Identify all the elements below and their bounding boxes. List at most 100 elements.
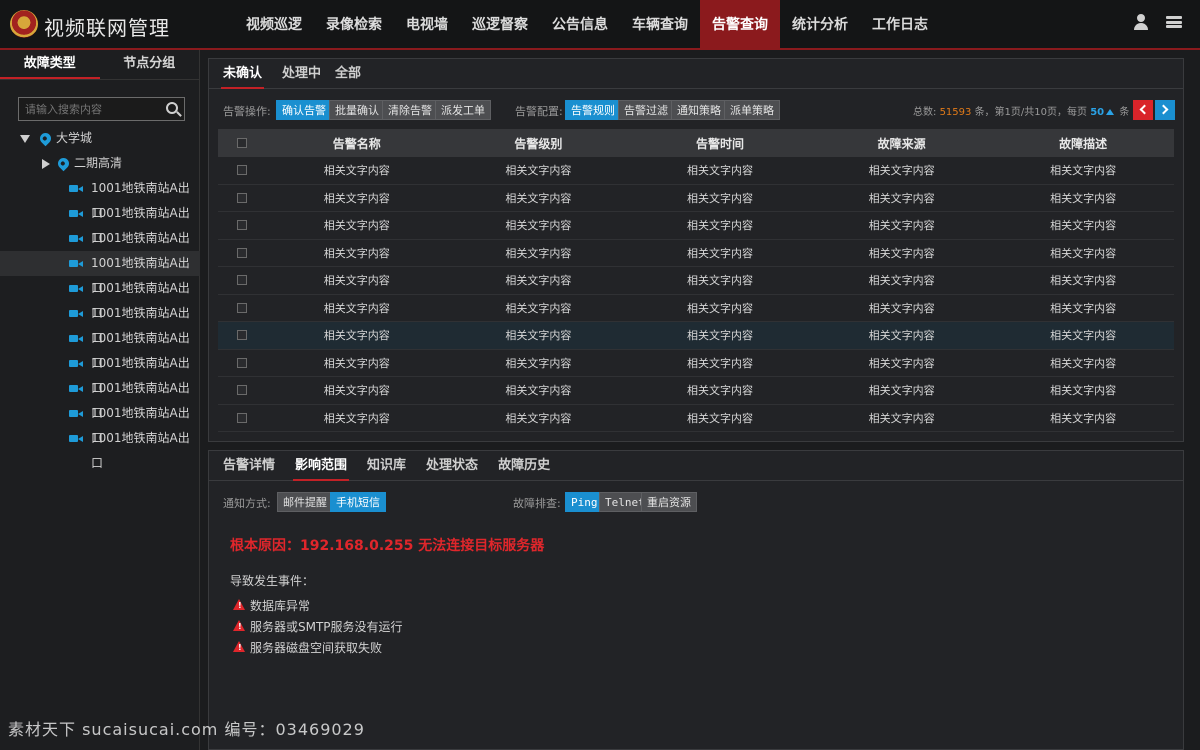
table-cell: 相关文字内容 bbox=[505, 411, 572, 425]
table-cell: 相关文字内容 bbox=[686, 301, 753, 315]
caret-right-icon[interactable] bbox=[42, 159, 50, 169]
tab-node-group[interactable]: 节点分组 bbox=[100, 50, 200, 79]
tree-leaf-camera[interactable]: 1001地铁南站A出口 bbox=[0, 326, 200, 370]
row-checkbox[interactable] bbox=[237, 220, 247, 231]
nav-item-tv-wall[interactable]: 电视墙 bbox=[394, 0, 460, 50]
table-row[interactable]: 相关文字内容 相关文字内容 相关文字内容 相关文字内容 相关文字内容 bbox=[218, 405, 1174, 432]
table-cell: 相关文字内容 bbox=[1050, 246, 1117, 260]
alarm-filter-button[interactable]: 告警过滤 bbox=[618, 100, 674, 120]
tree-leaf-camera[interactable]: 1001地铁南站A出口 bbox=[0, 351, 200, 395]
per-page-suffix: 条 bbox=[1119, 107, 1130, 118]
table-cell: 相关文字内容 bbox=[323, 274, 390, 288]
ping-button[interactable]: Ping bbox=[565, 492, 604, 512]
tree-leaf-camera[interactable]: 1001地铁南站A出口 bbox=[0, 301, 200, 345]
table-cell: 相关文字内容 bbox=[323, 384, 390, 398]
table-row[interactable]: 相关文字内容 相关文字内容 相关文字内容 相关文字内容 相关文字内容 bbox=[218, 350, 1174, 377]
tab-impact-scope[interactable]: 影响范围 bbox=[293, 451, 350, 481]
table-row[interactable]: 相关文字内容 相关文字内容 相关文字内容 相关文字内容 相关文字内容 bbox=[218, 212, 1174, 240]
confirm-alarm-button[interactable]: 确认告警 bbox=[276, 100, 332, 120]
tab-all[interactable]: 全部 bbox=[333, 59, 363, 89]
sms-notify-button[interactable]: 手机短信 bbox=[330, 492, 386, 512]
tab-alarm-detail[interactable]: 告警详情 bbox=[221, 451, 277, 481]
column-header[interactable]: 告警名称 bbox=[266, 135, 448, 152]
table-cell: 相关文字内容 bbox=[686, 219, 753, 233]
tab-unconfirmed[interactable]: 未确认 bbox=[221, 59, 265, 89]
tree-leaf-camera[interactable]: 1001地铁南站A出口 bbox=[0, 226, 200, 270]
nav-item-vehicle-query[interactable]: 车辆查询 bbox=[620, 0, 700, 50]
nav-item-work-log[interactable]: 工作日志 bbox=[860, 0, 940, 50]
clear-alarm-button[interactable]: 清除告警 bbox=[382, 100, 438, 120]
camera-icon bbox=[69, 310, 83, 317]
table-row[interactable]: 相关文字内容 相关文字内容 相关文字内容 相关文字内容 相关文字内容 bbox=[218, 322, 1174, 350]
table-row[interactable]: 相关文字内容 相关文字内容 相关文字内容 相关文字内容 相关文字内容 bbox=[218, 377, 1174, 405]
row-checkbox[interactable] bbox=[237, 192, 247, 203]
menu-icon[interactable] bbox=[1166, 14, 1182, 30]
tab-fault-history[interactable]: 故障历史 bbox=[496, 451, 552, 481]
caret-down-icon[interactable] bbox=[20, 135, 30, 143]
tree-leaf-camera[interactable]: 1001地铁南站A出口 bbox=[0, 401, 200, 445]
camera-icon bbox=[69, 185, 83, 192]
ops-label: 告警操作: bbox=[223, 105, 271, 118]
search-input[interactable] bbox=[19, 98, 159, 120]
tab-knowledge-base[interactable]: 知识库 bbox=[365, 451, 408, 481]
table-cell: 相关文字内容 bbox=[323, 246, 390, 260]
tree-leaf-camera[interactable]: 1001地铁南站A出口 bbox=[0, 426, 200, 470]
nav-item-recording-search[interactable]: 录像检索 bbox=[314, 0, 394, 50]
table-cell: 相关文字内容 bbox=[323, 301, 390, 315]
column-header[interactable]: 故障来源 bbox=[811, 135, 993, 152]
table-row[interactable]: 相关文字内容 相关文字内容 相关文字内容 相关文字内容 相关文字内容 bbox=[218, 295, 1174, 322]
table-cell: 相关文字内容 bbox=[868, 164, 935, 178]
notify-policy-button[interactable]: 通知策略 bbox=[671, 100, 727, 120]
tree-leaf-camera[interactable]: 1001地铁南站A出口 bbox=[0, 376, 200, 420]
alarm-rules-button[interactable]: 告警规则 bbox=[565, 100, 621, 120]
row-checkbox[interactable] bbox=[237, 302, 247, 313]
tab-fault-type[interactable]: 故障类型 bbox=[0, 50, 100, 79]
tree-node-group[interactable]: 二期高清 bbox=[0, 151, 200, 176]
dispatch-order-button[interactable]: 派发工单 bbox=[435, 100, 491, 120]
nav-item-alarm-query[interactable]: 告警查询 bbox=[700, 0, 780, 50]
table-row[interactable]: 相关文字内容 相关文字内容 相关文字内容 相关文字内容 相关文字内容 bbox=[218, 240, 1174, 267]
dispatch-policy-button[interactable]: 派单策略 bbox=[724, 100, 780, 120]
prev-page-button[interactable] bbox=[1133, 100, 1153, 120]
table-cell: 相关文字内容 bbox=[1050, 219, 1117, 233]
row-checkbox[interactable] bbox=[237, 385, 247, 396]
search-icon[interactable] bbox=[166, 102, 178, 114]
tab-processing[interactable]: 处理中 bbox=[280, 59, 323, 89]
table-cell: 相关文字内容 bbox=[686, 274, 753, 288]
table-row[interactable]: 相关文字内容 相关文字内容 相关文字内容 相关文字内容 相关文字内容 bbox=[218, 267, 1174, 295]
diag-label: 故障排查: bbox=[513, 497, 561, 510]
row-checkbox[interactable] bbox=[237, 275, 247, 286]
tree-node-root[interactable]: 大学城 bbox=[0, 126, 200, 151]
per-page-select[interactable]: 50 bbox=[1090, 107, 1104, 118]
nav-item-video-patrol[interactable]: 视频巡逻 bbox=[234, 0, 314, 50]
table-cell: 相关文字内容 bbox=[686, 191, 753, 205]
tab-process-status[interactable]: 处理状态 bbox=[424, 451, 480, 481]
watermark: 素材天下 sucaisucai.com 编号：03469029 bbox=[8, 720, 365, 739]
tree-leaf-camera[interactable]: 1001地铁南站A出口 bbox=[0, 251, 200, 295]
next-page-button[interactable] bbox=[1155, 100, 1175, 120]
nav-item-statistics[interactable]: 统计分析 bbox=[780, 0, 860, 50]
tree-leaf-camera[interactable]: 1001地铁南站A出口 bbox=[0, 176, 200, 220]
table-cell: 相关文字内容 bbox=[868, 384, 935, 398]
column-header[interactable]: 故障描述 bbox=[992, 135, 1174, 152]
nav-item-patrol-inspection[interactable]: 巡逻督察 bbox=[460, 0, 540, 50]
row-checkbox[interactable] bbox=[237, 247, 247, 258]
tree-leaf-camera[interactable]: 1001地铁南站A出口 bbox=[0, 276, 200, 320]
column-header[interactable]: 告警级别 bbox=[448, 135, 630, 152]
tree-leaf-camera[interactable]: 1001地铁南站A出口 bbox=[0, 201, 200, 245]
row-checkbox[interactable] bbox=[237, 357, 247, 368]
select-all-checkbox[interactable] bbox=[237, 138, 247, 148]
row-checkbox[interactable] bbox=[237, 412, 247, 423]
email-notify-button[interactable]: 邮件提醒 bbox=[277, 492, 333, 512]
batch-confirm-button[interactable]: 批量确认 bbox=[329, 100, 385, 120]
row-checkbox[interactable] bbox=[237, 165, 247, 176]
table-row[interactable]: 相关文字内容 相关文字内容 相关文字内容 相关文字内容 相关文字内容 bbox=[218, 157, 1174, 185]
column-header[interactable]: 告警时间 bbox=[629, 135, 811, 152]
caret-up-icon[interactable] bbox=[1106, 109, 1115, 115]
nav-item-announcements[interactable]: 公告信息 bbox=[540, 0, 620, 50]
table-row[interactable]: 相关文字内容 相关文字内容 相关文字内容 相关文字内容 相关文字内容 bbox=[218, 185, 1174, 212]
restart-resource-button[interactable]: 重启资源 bbox=[641, 492, 697, 512]
user-icon[interactable] bbox=[1134, 14, 1148, 30]
table-cell: 相关文字内容 bbox=[1050, 356, 1117, 370]
row-checkbox[interactable] bbox=[237, 330, 247, 341]
